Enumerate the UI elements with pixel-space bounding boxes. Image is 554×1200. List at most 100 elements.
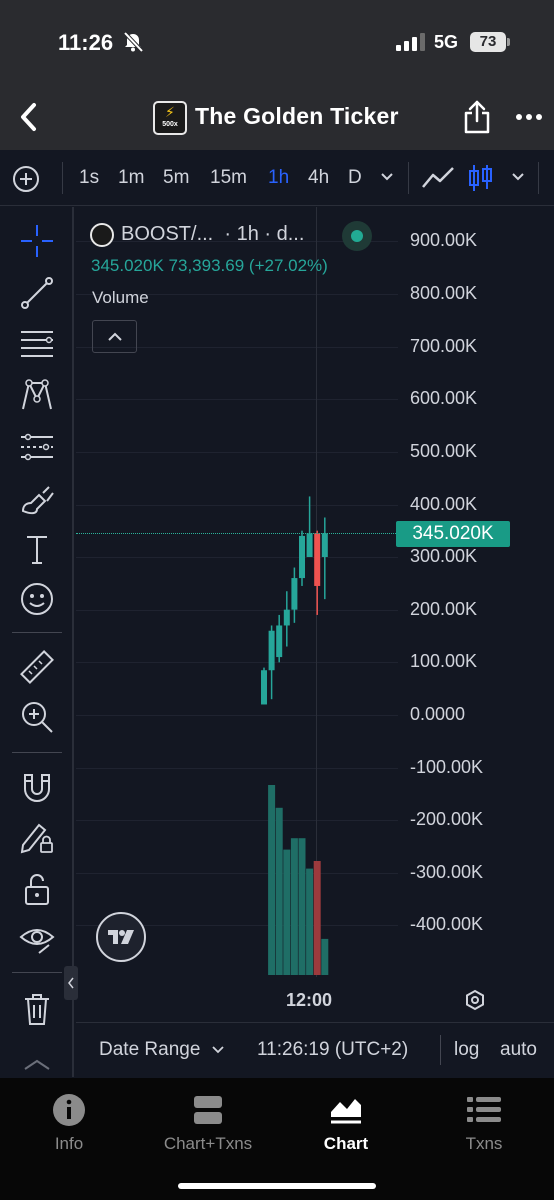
share-icon[interactable] — [462, 99, 492, 135]
timeframe-1h[interactable]: 1h — [268, 167, 289, 189]
candle-body — [299, 535, 305, 579]
chart-settings-icon[interactable] — [464, 989, 486, 1011]
y-tick-label: -100.00K — [410, 757, 484, 777]
divider — [538, 162, 539, 194]
price-chart[interactable]: 900.00K 800.00K 700.00K 600.00K 500.00K … — [76, 207, 554, 1017]
candle-body — [306, 533, 313, 557]
battery-tip — [507, 38, 510, 46]
collapse-legend-button[interactable] — [92, 320, 137, 353]
timeframe-1s[interactable]: 1s — [79, 167, 99, 189]
tab-txns[interactable]: Txns — [424, 1092, 544, 1154]
candle-body — [276, 625, 283, 658]
change-pct: (+27.02%) — [248, 256, 328, 275]
chevron-up-icon[interactable] — [17, 1053, 57, 1077]
tab-label: Info — [54, 1134, 84, 1153]
timeframe-d[interactable]: D — [348, 167, 362, 189]
divider — [440, 1035, 441, 1065]
emoji-icon[interactable] — [17, 579, 57, 619]
tab-label: Txns — [465, 1134, 503, 1153]
prediction-icon[interactable] — [17, 427, 57, 467]
y-tick-label: 400.00K — [410, 494, 478, 514]
candle-body — [314, 533, 321, 586]
tab-chart[interactable]: Chart — [286, 1092, 406, 1154]
y-tick-label: 500.00K — [410, 441, 478, 461]
page-title: The Golden Ticker — [195, 103, 399, 129]
drawing-toolbar — [0, 207, 74, 1077]
candlestick-icon[interactable] — [468, 163, 494, 193]
add-indicator-icon[interactable] — [12, 165, 40, 193]
top-header: 11:26 5G 73 ⚡ 500x The Golden Ticker — [0, 0, 554, 150]
eye-icon[interactable] — [17, 919, 57, 959]
y-tick-label: 300.00K — [410, 546, 478, 566]
interval-text: · 1h · d... — [224, 223, 305, 245]
zoom-in-icon[interactable] — [17, 697, 57, 737]
chevron-down-icon[interactable] — [380, 172, 394, 182]
y-tick-label: 800.00K — [410, 283, 478, 303]
pattern-icon[interactable] — [17, 375, 57, 415]
symbol-name: BOOST/... — [121, 223, 214, 245]
y-tick-label: -400.00K — [410, 914, 484, 934]
network-type: 5G — [434, 32, 459, 52]
ruler-icon[interactable] — [17, 647, 57, 687]
text-icon[interactable] — [17, 529, 57, 569]
bottom-tab-bar: Info Chart+Txns Chart Txns — [0, 1078, 554, 1200]
y-tick-label: 200.00K — [410, 599, 478, 619]
crosshair-icon[interactable] — [17, 221, 57, 261]
list-icon — [467, 1097, 501, 1122]
tab-chart-txns[interactable]: Chart+Txns — [148, 1092, 268, 1154]
last-price-label: 345.020K — [396, 521, 510, 547]
candle-body — [291, 578, 298, 610]
magnet-icon[interactable] — [17, 767, 57, 807]
volume-bar — [298, 838, 306, 975]
timeframe-5m[interactable]: 5m — [163, 167, 189, 189]
trash-icon[interactable] — [17, 989, 57, 1029]
tab-label: Chart+Txns — [163, 1134, 253, 1153]
tradingview-logo-icon[interactable] — [96, 912, 146, 962]
status-time: 11:26 — [58, 30, 114, 55]
volume-bar — [306, 868, 314, 975]
x-axis-time-label: 12:00 — [286, 990, 333, 1010]
divider — [12, 752, 62, 753]
timeframe-4h[interactable]: 4h — [308, 167, 329, 189]
divider — [12, 972, 62, 973]
token-logo: ⚡ 500x — [153, 101, 187, 135]
timeframe-15m[interactable]: 15m — [210, 167, 247, 189]
auto-scale-toggle[interactable]: auto — [500, 1039, 537, 1061]
timeframe-1m[interactable]: 1m — [118, 167, 144, 189]
fib-lines-icon[interactable] — [17, 323, 57, 363]
chevron-down-icon[interactable] — [511, 172, 525, 182]
more-icon[interactable] — [514, 108, 544, 126]
chart-footer: Date Range 11:26:19 (UTC+2) log auto — [76, 1022, 554, 1078]
market-status-icon[interactable] — [342, 221, 372, 251]
y-tick-label: 900.00K — [410, 230, 478, 250]
trend-line-icon[interactable] — [17, 273, 57, 313]
candle-body — [321, 533, 328, 557]
candle-body — [268, 630, 275, 671]
tab-label: Chart — [323, 1134, 369, 1153]
change-abs: 73,393.69 — [168, 256, 245, 275]
divider — [62, 162, 63, 194]
divider — [408, 162, 409, 194]
line-chart-icon[interactable] — [421, 165, 455, 191]
current-time[interactable]: 11:26:19 (UTC+2) — [257, 1039, 408, 1061]
silent-bell-icon — [123, 31, 144, 53]
info-icon — [53, 1094, 85, 1126]
y-tick-label: 600.00K — [410, 388, 478, 408]
chevron-up-icon — [107, 332, 122, 341]
date-range-label: Date Range — [99, 1039, 201, 1060]
log-scale-toggle[interactable]: log — [454, 1039, 479, 1061]
y-tick-label: 100.00K — [410, 651, 478, 671]
chart-icon — [331, 1099, 361, 1124]
battery-icon: 73 — [470, 32, 506, 52]
brush-icon[interactable] — [17, 479, 57, 519]
symbol-title[interactable]: BOOST/... · 1h · d... — [121, 223, 304, 246]
candle-body — [283, 609, 290, 626]
unlock-icon[interactable] — [17, 869, 57, 909]
y-tick-label: 0.0000 — [410, 704, 466, 724]
date-range-button[interactable]: Date Range — [99, 1039, 224, 1061]
tab-info[interactable]: Info — [9, 1092, 129, 1154]
lock-drawing-icon[interactable] — [17, 817, 57, 857]
candle-body — [261, 670, 267, 705]
volume-bar — [290, 838, 298, 975]
back-chevron-icon[interactable] — [14, 100, 44, 134]
